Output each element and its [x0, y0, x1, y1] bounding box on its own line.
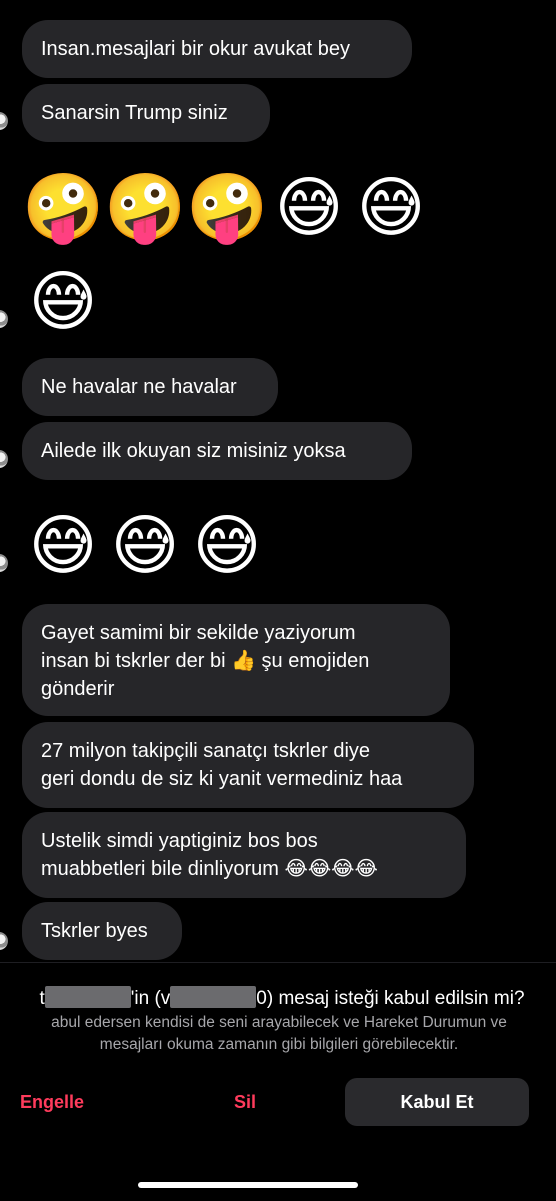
sweat-smile-emoji: 😅 [192, 507, 262, 584]
request-title-mid: 'in (v [130, 988, 171, 1009]
message-bubble[interactable]: Gayet samimi bir sekilde yaziyorum insan… [22, 604, 450, 716]
request-actions: Engelle Sil Kabul Et [0, 1078, 556, 1126]
request-title-suffix: 0) mesaj isteği kabul edilsin mi? [256, 988, 525, 1009]
sweat-smile-emoji: 😅 [356, 169, 426, 246]
sender-avatar[interactable] [0, 310, 8, 328]
accept-button[interactable]: Kabul Et [345, 1078, 529, 1126]
sweat-smile-emoji: 😅 [28, 507, 98, 584]
message-bubble[interactable]: Tskrler byes [22, 902, 182, 960]
request-title: t 'in (v 0) mesaj isteği kabul edilsin mi? [0, 986, 556, 1010]
sweat-smile-emoji: 😅 [274, 169, 344, 246]
redacted-handle [170, 986, 257, 1008]
emoji-message[interactable]: 😅 [22, 262, 104, 342]
sender-avatar[interactable] [0, 932, 8, 950]
sender-avatar[interactable] [0, 554, 8, 572]
redacted-username [44, 986, 131, 1008]
message-bubble[interactable]: Sanarsin Trump siniz [22, 84, 270, 142]
delete-button[interactable]: Sil [234, 1078, 256, 1126]
emoji-message[interactable]: 😅 😅 😅 [22, 506, 268, 586]
request-subtitle: abul edersen kendisi de seni arayabilece… [51, 1014, 507, 1053]
request-title-prefix: t [39, 988, 45, 1009]
sweat-smile-emoji: 😅 [28, 263, 98, 340]
sender-avatar[interactable] [0, 112, 8, 130]
message-bubble[interactable]: 27 milyon takipçili sanatçı tskrler diye… [22, 722, 474, 808]
zany-face-emoji: 🤪 [22, 169, 105, 246]
block-button[interactable]: Engelle [20, 1078, 84, 1126]
emoji-message[interactable]: 🤪🤪🤪😅 😅 [22, 168, 432, 248]
message-thread[interactable]: Insan.mesajlari bir okur avukat bey Sana… [0, 0, 556, 962]
zany-face-emoji: 🤪 [104, 169, 187, 246]
zany-face-emoji: 🤪 [186, 169, 269, 246]
message-bubble[interactable]: Ustelik simdi yaptiginiz bos bos muabbet… [22, 812, 466, 898]
message-bubble[interactable]: Ne havalar ne havalar [22, 358, 278, 416]
message-bubble[interactable]: Insan.mesajlari bir okur avukat bey [22, 20, 412, 78]
sweat-smile-emoji: 😅 [110, 507, 180, 584]
message-bubble[interactable]: Ailede ilk okuyan siz misiniz yoksa [22, 422, 412, 480]
home-indicator[interactable] [138, 1182, 358, 1188]
sender-avatar[interactable] [0, 450, 8, 468]
